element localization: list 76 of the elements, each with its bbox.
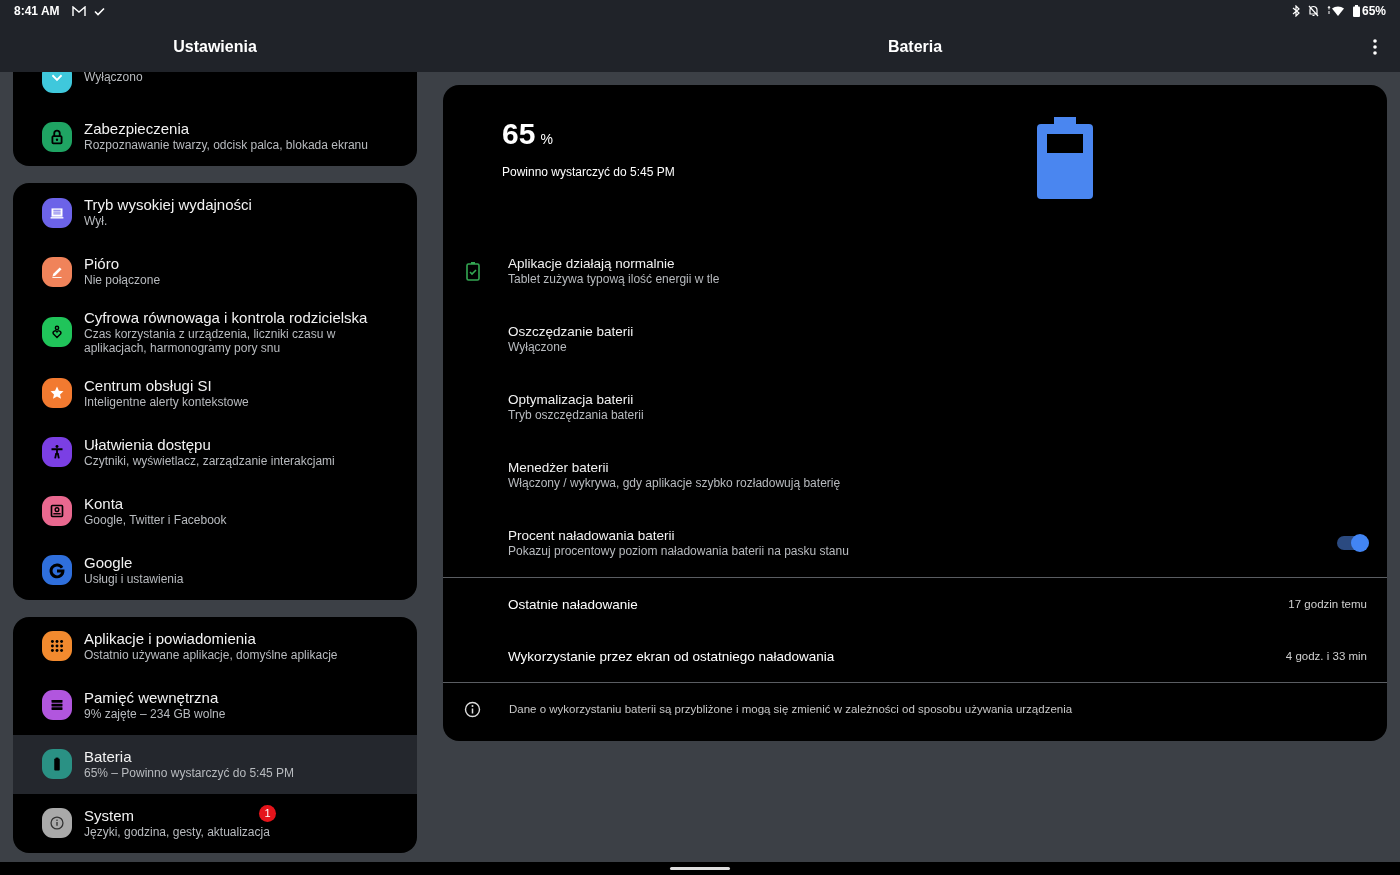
item-subtitle: Rozpoznawanie twarzy, odcisk palca, blokada ekranu — [84, 139, 368, 153]
status-time: 8:41 AM — [14, 4, 60, 18]
settings-item[interactable]: Centrum obsługi SI Inteligentne alerty kontekstowe — [13, 363, 417, 423]
settings-item[interactable]: Bateria 65% – Powinno wystarczyć do 5:45 PM — [13, 734, 417, 794]
settings-item[interactable]: Konta Google, Twitter i Facebook — [13, 481, 417, 541]
gmail-icon — [71, 5, 86, 17]
settings-item[interactable]: Cyfrowa równowaga i kontrola rodzicielska Czas korzystania z urządzenia, liczniki czasu w aplikacjach, harmonogramy pory snu — [13, 301, 417, 364]
battery-percent: 65% — [1361, 4, 1386, 18]
item-subtitle: Usługi i ustawienia — [84, 572, 184, 587]
item-subtitle: Google, Twitter i Facebook — [84, 513, 227, 528]
settings-item[interactable]: Wyłączono — [13, 72, 417, 107]
item-subtitle: 9% zajęte – 234 GB wolne — [84, 707, 226, 722]
item-title: Centrum obsługi SI — [84, 376, 212, 394]
row-subtitle: Tryb oszczędzania baterii — [508, 408, 644, 423]
row-title: Aplikacje działają normalnie — [508, 255, 675, 271]
row-subtitle: Wyłączone — [508, 340, 567, 355]
item-subtitle: Języki, godzina, gesty, aktualizacja — [84, 825, 270, 840]
item-subtitle: 65% – Powinno wystarczyć do 5:45 PM — [84, 766, 295, 781]
item-subtitle: Wył. — [84, 215, 108, 229]
item-title: Tryb wysokiej wydajności — [84, 196, 252, 214]
settings-item[interactable]: Google Usługi i ustawienia — [13, 540, 417, 600]
item-title: Ułatwienia dostępu — [84, 435, 211, 453]
item-title: Pamięć wewnętrzna — [84, 688, 219, 706]
row-title: Procent naładowania baterii — [508, 527, 675, 543]
settings-item[interactable]: Pióro Nie połączone — [13, 242, 417, 301]
bluetooth-icon — [1291, 5, 1300, 17]
item-subtitle: Ostatnio używane aplikacje, domyślne aplikacje — [84, 648, 338, 663]
item-title: Pióro — [84, 255, 120, 273]
item-title: Google — [84, 553, 133, 571]
item-title: Zabezpieczenia — [84, 120, 190, 138]
wifi-icon — [1326, 5, 1345, 17]
setting-row[interactable]: Procent naładowania baterii Pokazuj procentowy poziom naładowania baterii na pasku stanu — [443, 509, 1387, 577]
settings-item[interactable]: Ułatwienia dostępu Czytniki, wyświetlacz, zarządzanie interakcjami — [13, 422, 417, 482]
settings-item[interactable]: Aplikacje i powiadomienia Ostatnio używane aplikacje, domyślne aplikacje — [13, 616, 417, 676]
item-subtitle: Nie połączone — [84, 274, 161, 288]
settings-item[interactable]: Zabezpieczenia Rozpoznawanie twarzy, odcisk palca, blokada ekranu — [13, 107, 417, 166]
page-title: Bateria — [887, 38, 943, 56]
setting-row[interactable]: Menedżer baterii Włączony / wykrywa, gdy aplikacje szybko rozładowują baterię — [443, 441, 1387, 509]
item-title: Konta — [84, 494, 124, 512]
settings-item[interactable]: Pamięć wewnętrzna 9% zajęte – 234 GB wolne — [13, 675, 417, 735]
battery-estimate: Powinno wystarczyć do 5:45 PM — [502, 165, 675, 179]
stat-label: Wykorzystanie przez ekran od ostatniego naładowania — [508, 648, 835, 664]
battery-icon — [1352, 5, 1360, 17]
setting-row[interactable]: Aplikacje działają normalnie Tablet zużywa typową ilość energii w tle — [443, 237, 1387, 305]
check-icon — [93, 6, 105, 16]
item-subtitle: Czas korzystania z urządzenia, liczniki czasu w aplikacjach, harmonogramy pory snu — [84, 328, 337, 356]
row-title: Menedżer baterii — [508, 459, 609, 475]
setting-row[interactable]: Optymalizacja baterii Tryb oszczędzania baterii — [443, 373, 1387, 441]
item-subtitle: Inteligentne alerty kontekstowe — [84, 395, 249, 410]
info-icon — [464, 700, 481, 718]
row-title: Optymalizacja baterii — [508, 391, 634, 407]
row-subtitle: Pokazuj procentowy poziom naładowania baterii na pasku stanu — [508, 544, 849, 559]
item-title: Aplikacje i powiadomienia — [84, 629, 256, 647]
row-title: Oszczędzanie baterii — [508, 323, 634, 339]
stat-value: 4 godz. i 33 min — [1285, 650, 1367, 662]
stat-label: Ostatnie naładowanie — [508, 596, 638, 612]
settings-item[interactable]: Tryb wysokiej wydajności Wył. — [13, 183, 417, 242]
setting-row[interactable]: Oszczędzanie baterii Wyłączone — [443, 305, 1387, 373]
row-subtitle: Tablet zużywa typową ilość energii w tle — [508, 272, 720, 287]
row-subtitle: Włączony / wykrywa, gdy aplikacje szybko rozładowują baterię — [508, 476, 841, 491]
item-title: Cyfrowa równowaga i kontrola rodzicielska — [84, 309, 368, 326]
home-handle[interactable] — [670, 867, 730, 870]
notification-badge: 1 — [259, 804, 276, 822]
settings-item[interactable]: System Języki, godzina, gesty, aktualizacja 1 — [13, 793, 417, 853]
item-title: System — [84, 806, 134, 824]
item-title: Bateria — [84, 747, 132, 765]
battery-percentage: 65 — [502, 117, 536, 150]
item-subtitle: Czytniki, wyświetlacz, zarządzanie interakcjami — [84, 454, 335, 469]
pane-title: Ustawienia — [0, 22, 430, 72]
item-subtitle: Wyłączono — [84, 72, 143, 85]
percent-unit: % — [540, 131, 553, 147]
muted-bell-icon — [1307, 5, 1319, 17]
stat-value: 17 godzin temu — [1288, 598, 1367, 610]
toggle-switch[interactable] — [1337, 536, 1367, 550]
info-note: Dane o wykorzystaniu baterii są przybliżone i mogą się zmienić w zależności od sposobu używania urządzenia — [509, 703, 1073, 715]
battery-check-icon — [465, 261, 481, 281]
